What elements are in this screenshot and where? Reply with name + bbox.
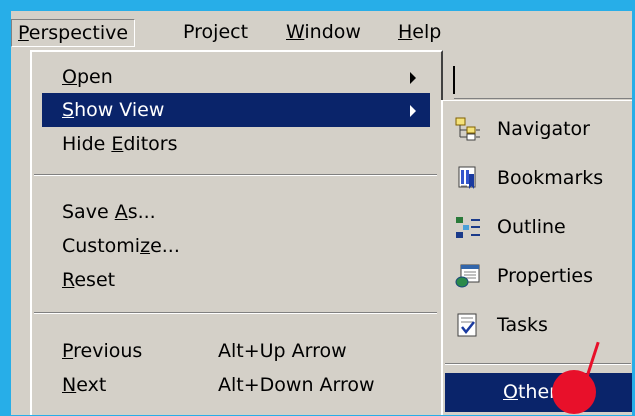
navigator-icon	[455, 117, 480, 141]
submenu-item-outline[interactable]: Outline	[445, 203, 632, 251]
show-view-submenu: Navigator Bookmarks Outline Properties T…	[441, 100, 632, 415]
outline-icon	[456, 217, 480, 238]
menu-window[interactable]: Window	[280, 19, 367, 47]
toolbar-edge	[444, 61, 632, 99]
menu-project[interactable]: Project	[177, 19, 254, 47]
submenu-item-bookmarks[interactable]: Bookmarks	[445, 154, 632, 202]
perspective-dropdown: Open Show View Hide Editors Save As... C…	[30, 50, 443, 415]
bookmarks-icon	[458, 166, 476, 189]
menu-perspective[interactable]: Perspective	[11, 19, 136, 47]
menu-separator	[34, 312, 437, 314]
tasks-icon	[457, 313, 477, 337]
submenu-separator	[445, 363, 631, 365]
menu-item-hide-editors[interactable]: Hide Editors	[42, 127, 430, 161]
menu-item-show-view[interactable]: Show View	[42, 93, 430, 127]
submenu-item-navigator[interactable]: Navigator	[445, 105, 632, 153]
menu-separator	[34, 174, 437, 176]
toolbar-grip	[453, 66, 455, 94]
menu-item-save-as[interactable]: Save As...	[42, 195, 430, 229]
submenu-item-other[interactable]: Other...	[445, 373, 632, 412]
menu-item-next[interactable]: Next Alt+Down Arrow	[42, 368, 430, 402]
menu-item-reset[interactable]: Reset	[42, 263, 430, 297]
menu-item-previous[interactable]: Previous Alt+Up Arrow	[42, 334, 430, 368]
application-window: Perspective Project Window Help Open Sho…	[11, 11, 632, 415]
submenu-item-properties[interactable]: Properties	[445, 252, 632, 300]
submenu-arrow-icon	[410, 105, 416, 117]
menu-item-customize[interactable]: Customize...	[42, 229, 430, 263]
shortcut-previous: Alt+Up Arrow	[218, 340, 347, 362]
properties-icon	[455, 264, 480, 288]
menu-item-open[interactable]: Open	[42, 60, 430, 94]
shortcut-next: Alt+Down Arrow	[218, 374, 375, 396]
submenu-arrow-icon	[410, 72, 416, 84]
submenu-item-tasks[interactable]: Tasks	[445, 301, 632, 349]
menu-bar: Perspective Project Window Help	[11, 11, 632, 50]
annotation-marker	[552, 370, 596, 414]
menu-help[interactable]: Help	[392, 19, 447, 47]
